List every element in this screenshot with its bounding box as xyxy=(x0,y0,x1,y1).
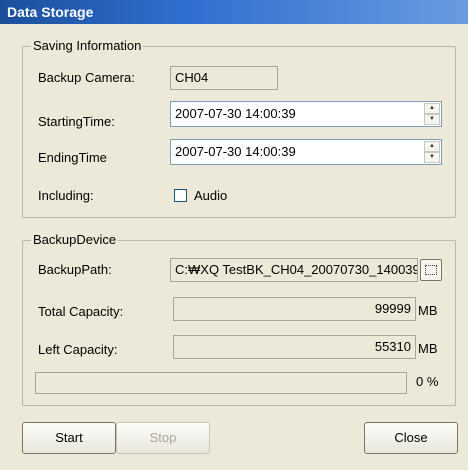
backup-path-field: C:₩XQ TestBK_CH04_20070730_140039 xyxy=(170,258,418,282)
total-capacity-unit: MB xyxy=(418,303,438,318)
including-label: Including: xyxy=(38,188,94,203)
spin-up-icon[interactable]: ▲ xyxy=(424,141,440,152)
starting-time-spinner[interactable]: 2007-07-30 14:00:39 ▲ ▼ xyxy=(170,101,442,127)
close-button[interactable]: Close xyxy=(364,422,458,454)
window-title: Data Storage xyxy=(0,0,468,24)
spin-up-icon[interactable]: ▲ xyxy=(424,103,440,114)
backup-progress-bar xyxy=(35,372,407,394)
folder-browse-icon xyxy=(425,265,437,275)
backup-camera-field: CH04 xyxy=(170,66,278,90)
left-capacity-field: 55310 xyxy=(173,335,416,359)
starting-time-label: StartingTime: xyxy=(38,114,115,129)
data-storage-dialog: Data Storage Saving Information Backup C… xyxy=(0,0,468,470)
ending-time-label: EndingTime xyxy=(38,150,107,165)
progress-percent: 0 % xyxy=(416,374,439,389)
left-capacity-unit: MB xyxy=(418,341,438,356)
left-capacity-label: Left Capacity: xyxy=(38,342,118,357)
total-capacity-label: Total Capacity: xyxy=(38,304,124,319)
backup-device-legend: BackupDevice xyxy=(31,232,119,247)
ending-time-value[interactable]: 2007-07-30 14:00:39 xyxy=(175,140,296,164)
ending-time-spinner[interactable]: 2007-07-30 14:00:39 ▲ ▼ xyxy=(170,139,442,165)
starting-time-value[interactable]: 2007-07-30 14:00:39 xyxy=(175,102,296,126)
total-capacity-field: 99999 xyxy=(173,297,416,321)
spin-down-icon[interactable]: ▼ xyxy=(424,152,440,163)
backup-path-label: BackupPath: xyxy=(38,262,112,277)
saving-information-legend: Saving Information xyxy=(31,38,144,53)
browse-path-button[interactable] xyxy=(420,259,442,281)
audio-checkbox-label[interactable]: Audio xyxy=(194,188,227,203)
audio-checkbox[interactable] xyxy=(174,189,187,202)
stop-button[interactable]: Stop xyxy=(116,422,210,454)
starting-time-spin-buttons: ▲ ▼ xyxy=(424,103,440,125)
spin-down-icon[interactable]: ▼ xyxy=(424,114,440,125)
ending-time-spin-buttons: ▲ ▼ xyxy=(424,141,440,163)
backup-camera-label: Backup Camera: xyxy=(38,70,135,85)
start-button[interactable]: Start xyxy=(22,422,116,454)
